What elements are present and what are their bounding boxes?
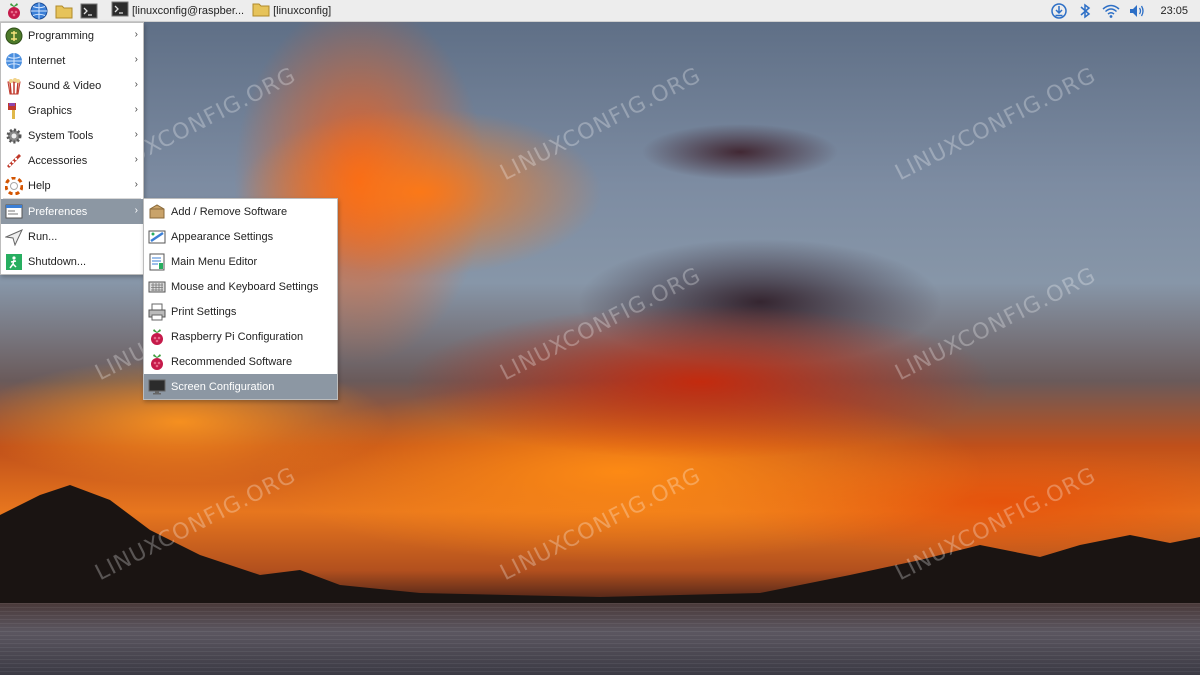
menu-item-recommended-software[interactable]: Recommended Software: [144, 349, 337, 374]
menu-item-label: Sound & Video: [28, 79, 102, 92]
programming-icon: [4, 26, 24, 46]
chevron-right-icon: ›: [134, 79, 138, 90]
menu-item-internet[interactable]: Internet ›: [1, 48, 143, 73]
chevron-right-icon: ›: [134, 29, 138, 40]
terminal-icon[interactable]: [78, 0, 100, 22]
terminal-icon: [111, 1, 129, 20]
menu-item-print-settings[interactable]: Print Settings: [144, 299, 337, 324]
menu-item-programming[interactable]: Programming ›: [1, 23, 143, 48]
menu-item-label: Internet: [28, 54, 66, 67]
menu-item-raspberry-pi-configuration[interactable]: Raspberry Pi Configuration: [144, 324, 337, 349]
taskbar-window-folder[interactable]: [linuxconfig]: [249, 1, 334, 21]
raspberry-menu-icon[interactable]: [3, 0, 25, 22]
menu-item-label: Programming: [28, 29, 95, 42]
menu-item-sound-video[interactable]: Sound & Video ›: [1, 73, 143, 98]
menu-item-mouse-keyboard-settings[interactable]: Mouse and Keyboard Settings: [144, 274, 337, 299]
menu-item-label: Screen Configuration: [171, 380, 275, 393]
menu-item-label: Add / Remove Software: [171, 205, 288, 218]
taskbar: [linuxconfig@raspber... [linuxconfig] 23…: [0, 0, 1200, 22]
raspberry-icon: [147, 327, 167, 347]
menu-item-label: Shutdown...: [28, 255, 87, 268]
internet-icon: [4, 51, 24, 71]
clock[interactable]: 23:05: [1160, 5, 1188, 17]
watermark: LINUXCONFIG.ORG: [496, 63, 706, 186]
chevron-right-icon: ›: [134, 129, 138, 140]
volume-icon[interactable]: [1126, 0, 1148, 22]
menu-item-help[interactable]: Help ›: [1, 173, 143, 198]
monitor-icon: [147, 377, 167, 397]
system-tray: 23:05: [1048, 0, 1200, 22]
system-tools-icon: [4, 126, 24, 146]
menu-item-run[interactable]: Run...: [1, 224, 143, 249]
menu-item-preferences[interactable]: Preferences ›: [1, 199, 143, 224]
lake: [0, 603, 1200, 675]
menu-item-label: System Tools: [28, 129, 94, 142]
menu-item-label: Main Menu Editor: [171, 255, 258, 268]
folder-icon: [252, 1, 270, 20]
menu-item-appearance-settings[interactable]: Appearance Settings: [144, 224, 337, 249]
preferences-submenu: Add / Remove Software Appearance Setting…: [143, 198, 338, 400]
keyboard-icon: [147, 277, 167, 297]
printer-icon: [147, 302, 167, 322]
window-title: [linuxconfig]: [273, 4, 332, 17]
menu-item-label: Raspberry Pi Configuration: [171, 330, 304, 343]
menu-item-system-tools[interactable]: System Tools ›: [1, 123, 143, 148]
preferences-icon: [4, 202, 24, 222]
menu-item-accessories[interactable]: Accessories ›: [1, 148, 143, 173]
main-menu: Programming › Internet › Sound & Video ›…: [0, 22, 144, 275]
download-updates-icon[interactable]: [1048, 0, 1070, 22]
menu-item-graphics[interactable]: Graphics ›: [1, 98, 143, 123]
chevron-right-icon: ›: [134, 54, 138, 65]
bluetooth-icon[interactable]: [1074, 0, 1096, 22]
appearance-icon: [147, 227, 167, 247]
chevron-right-icon: ›: [134, 154, 138, 165]
menu-editor-icon: [147, 252, 167, 272]
taskbar-window-terminal[interactable]: [linuxconfig@raspber...: [108, 1, 247, 21]
menu-item-shutdown[interactable]: Shutdown...: [1, 249, 143, 274]
menu-item-label: Accessories: [28, 154, 88, 167]
wifi-icon[interactable]: [1100, 0, 1122, 22]
shutdown-icon: [4, 252, 24, 272]
menu-item-label: Appearance Settings: [171, 230, 274, 243]
web-browser-icon[interactable]: [28, 0, 50, 22]
package-icon: [147, 202, 167, 222]
file-manager-icon[interactable]: [53, 0, 75, 22]
watermark: LINUXCONFIG.ORG: [891, 63, 1101, 186]
watermark: LINUXCONFIG.ORG: [891, 263, 1101, 386]
watermark: LINUXCONFIG.ORG: [496, 263, 706, 386]
menu-item-label: Preferences: [28, 205, 88, 218]
chevron-right-icon: ›: [134, 104, 138, 115]
menu-item-label: Print Settings: [171, 305, 237, 318]
menu-item-label: Recommended Software: [171, 355, 293, 368]
raspberry-icon: [147, 352, 167, 372]
graphics-icon: [4, 101, 24, 121]
chevron-right-icon: ›: [134, 179, 138, 190]
help-icon: [4, 176, 24, 196]
menu-item-screen-configuration[interactable]: Screen Configuration: [144, 374, 337, 399]
menu-item-label: Graphics: [28, 104, 73, 117]
menu-item-main-menu-editor[interactable]: Main Menu Editor: [144, 249, 337, 274]
sound-video-icon: [4, 76, 24, 96]
window-title: [linuxconfig@raspber...: [132, 4, 245, 17]
accessories-icon: [4, 151, 24, 171]
run-icon: [4, 227, 24, 247]
menu-item-label: Mouse and Keyboard Settings: [171, 280, 319, 293]
menu-item-add-remove-software[interactable]: Add / Remove Software: [144, 199, 337, 224]
menu-item-label: Run...: [28, 230, 58, 243]
menu-item-label: Help: [28, 179, 51, 192]
chevron-right-icon: ›: [134, 205, 138, 216]
